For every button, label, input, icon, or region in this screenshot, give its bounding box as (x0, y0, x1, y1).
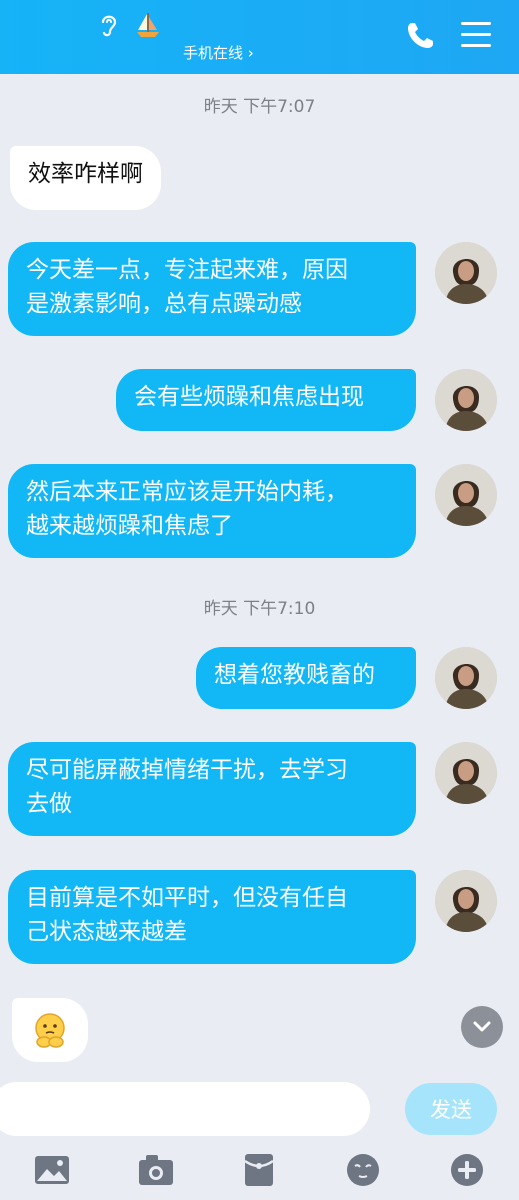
send-button[interactable]: 发送 (405, 1083, 497, 1135)
message-bubble[interactable]: 尽可能屏蔽掉情绪干扰，去学习 去做 (8, 742, 416, 836)
avatar[interactable] (435, 870, 497, 932)
message-text-line: 是激素影响，总有点躁动感 (26, 291, 302, 317)
timestamp: 昨天 下午7:07 (203, 97, 316, 117)
status-icons (98, 10, 162, 40)
avatar-image (435, 369, 497, 431)
avatar[interactable] (435, 242, 497, 304)
sailboat-icon (137, 13, 159, 37)
chat-header: 手机在线 › (0, 0, 519, 74)
more-button[interactable] (415, 1140, 519, 1200)
bottom-toolbar (0, 1140, 519, 1200)
message-text: 会有些烦躁和焦虑出现 (134, 384, 364, 410)
avatar-image (435, 647, 497, 709)
message-bubble[interactable]: 目前算是不如平时，但没有任自 己状态越来越差 (8, 870, 416, 964)
avatar-image (435, 464, 497, 526)
camera-button[interactable] (104, 1140, 208, 1200)
message-text-line: 越来越烦躁和焦虑了 (26, 513, 233, 539)
red-packet-icon (244, 1154, 275, 1186)
avatar-image (435, 870, 497, 932)
message-list: 昨天 下午7:07 效率咋样啊 今天差一点，专注起来难，原因 是激素影响，总有点… (0, 74, 519, 1080)
scroll-to-bottom-button[interactable] (461, 1006, 503, 1048)
red-packet-button[interactable] (208, 1140, 312, 1200)
message-text-line: 尽可能屏蔽掉情绪干扰，去学习 (26, 757, 348, 783)
message-text: 效率咋样啊 (28, 161, 143, 187)
menu-icon[interactable] (461, 22, 491, 48)
timestamp: 昨天 下午7:10 (203, 599, 316, 619)
avatar[interactable] (435, 647, 497, 709)
message-bubble[interactable]: 然后本来正常应该是开始内耗， 越来越烦躁和焦虑了 (8, 464, 416, 558)
message-bubble[interactable]: 想着您教贱畜的 (196, 647, 416, 709)
message-bubble[interactable]: 会有些烦躁和焦虑出现 (116, 369, 416, 431)
message-text-line: 去做 (26, 791, 72, 817)
hearing-icon (101, 15, 117, 37)
online-status[interactable]: 手机在线 › (183, 42, 254, 63)
emoji-button[interactable] (311, 1140, 415, 1200)
message-text-line: 目前算是不如平时，但没有任自 (26, 885, 348, 911)
avatar-image (435, 742, 497, 804)
phone-icon[interactable] (404, 20, 436, 52)
input-bar: 发送 (0, 1080, 519, 1140)
message-bubble[interactable]: 今天差一点，专注起来难，原因 是激素影响，总有点躁动感 (8, 242, 416, 336)
image-button[interactable] (0, 1140, 104, 1200)
message-text: 想着您教贱畜的 (214, 662, 375, 688)
avatar[interactable] (435, 464, 497, 526)
message-text-line: 今天差一点，专注起来难，原因 (26, 257, 348, 283)
message-bubble[interactable]: 效率咋样啊 (10, 146, 161, 210)
plus-icon (451, 1154, 484, 1186)
avatar-image (435, 242, 497, 304)
image-icon (34, 1156, 69, 1184)
emoji-icon (347, 1154, 380, 1186)
chevron-down-icon (473, 1021, 491, 1032)
camera-icon (138, 1155, 173, 1185)
avatar[interactable] (435, 742, 497, 804)
message-text-line: 己状态越来越差 (26, 919, 187, 945)
message-text-line: 然后本来正常应该是开始内耗， (26, 479, 348, 505)
thinking-emoji (35, 1013, 65, 1048)
avatar[interactable] (435, 369, 497, 431)
message-bubble[interactable] (12, 998, 88, 1062)
message-input[interactable] (0, 1082, 370, 1136)
